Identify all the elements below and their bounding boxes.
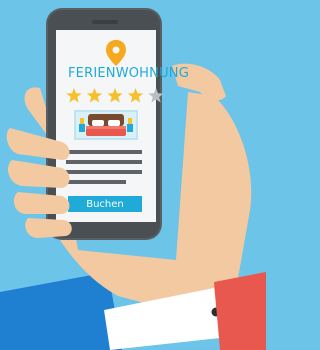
app-title: FERIENWOHNUNG <box>68 66 189 81</box>
bed-icon <box>74 110 138 140</box>
phone-speaker <box>92 20 118 24</box>
jacket-sleeve <box>214 272 266 350</box>
illustration <box>0 0 266 350</box>
book-button[interactable]: Buchen <box>68 196 142 212</box>
